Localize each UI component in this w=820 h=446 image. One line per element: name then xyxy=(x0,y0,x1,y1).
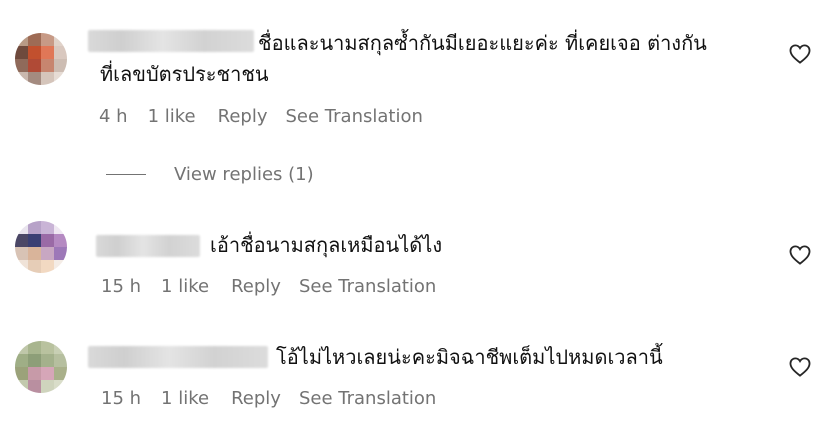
timestamp[interactable]: 15 h xyxy=(101,276,141,297)
reply-button[interactable]: Reply xyxy=(231,276,281,297)
like-count[interactable]: 1 like xyxy=(161,388,209,409)
see-translation-button[interactable]: See Translation xyxy=(299,276,436,297)
timestamp[interactable]: 15 h xyxy=(101,388,141,409)
heart-outline-icon[interactable] xyxy=(789,44,811,64)
comment-text-line: ชื่อและนามสกุลซ้ำกันมีเยอะแยะค่ะ ที่เคยเ… xyxy=(258,31,707,55)
username-redacted[interactable] xyxy=(96,235,200,257)
comment-text-line: ที่เลขบัตรประชาชน xyxy=(100,62,269,86)
reply-button[interactable]: Reply xyxy=(218,106,268,127)
comment-text-line: เอ้าชื่อนามสกุลเหมือนได้ไง xyxy=(210,233,443,257)
comment-text-continued: ที่เลขบัตรประชาชน xyxy=(100,59,269,90)
username-redacted[interactable] xyxy=(88,30,254,52)
like-count[interactable]: 1 like xyxy=(148,106,196,127)
timestamp[interactable]: 4 h xyxy=(99,106,128,127)
view-replies-button[interactable]: View replies (1) xyxy=(106,164,314,185)
comment-text: โอ้ไม่ไหวเลยน่ะคะมิจฉาชีพเต็มไปหมดเวลานี… xyxy=(276,342,663,373)
username-redacted[interactable] xyxy=(88,346,268,368)
comment-meta: 4 h 1 like Reply See Translation xyxy=(99,106,423,127)
reply-button[interactable]: Reply xyxy=(231,388,281,409)
like-count[interactable]: 1 like xyxy=(161,276,209,297)
avatar[interactable] xyxy=(15,33,67,85)
view-replies-label[interactable]: View replies (1) xyxy=(174,164,314,185)
see-translation-button[interactable]: See Translation xyxy=(299,388,436,409)
heart-outline-icon[interactable] xyxy=(789,357,811,377)
comment-meta: 15 h 1 like Reply See Translation xyxy=(101,276,436,297)
avatar[interactable] xyxy=(15,221,67,273)
divider-line xyxy=(106,174,146,175)
comment-meta: 15 h 1 like Reply See Translation xyxy=(101,388,436,409)
comment-text-line: โอ้ไม่ไหวเลยน่ะคะมิจฉาชีพเต็มไปหมดเวลานี… xyxy=(276,345,663,369)
comment-text: ชื่อและนามสกุลซ้ำกันมีเยอะแยะค่ะ ที่เคยเ… xyxy=(258,28,707,59)
avatar[interactable] xyxy=(15,341,67,393)
heart-outline-icon[interactable] xyxy=(789,245,811,265)
see-translation-button[interactable]: See Translation xyxy=(286,106,423,127)
comment-text: เอ้าชื่อนามสกุลเหมือนได้ไง xyxy=(210,230,442,261)
